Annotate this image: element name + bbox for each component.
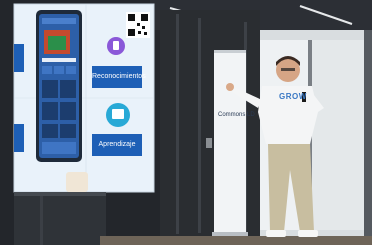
phone-card (42, 124, 58, 138)
speaker-hand (226, 83, 234, 91)
panel-groove (198, 18, 201, 233)
phone-tile (66, 66, 76, 74)
conference-photo: Reconocimientos Aprendizaje GROW Commons… (0, 0, 372, 245)
phone-footer (42, 142, 76, 154)
qr-finder (128, 14, 135, 21)
qr-module (142, 26, 145, 29)
audience-head (66, 172, 88, 192)
phone-tile (54, 66, 64, 74)
phone-card (60, 124, 76, 138)
qr-module (138, 31, 141, 34)
speaker-shoe (266, 230, 286, 237)
phone-card (60, 80, 76, 98)
screen-tab (14, 124, 24, 152)
phone-illustration-detail (48, 36, 66, 50)
recognition-icon-glyph (113, 41, 119, 50)
banner-text: Commons LD (218, 112, 255, 118)
qr-module (137, 23, 140, 26)
phone-card (42, 80, 58, 98)
window-pane (312, 40, 367, 230)
phone-card (42, 102, 58, 120)
stage-box (14, 192, 106, 245)
screen-tab (14, 44, 24, 72)
phone-card (60, 102, 76, 120)
rollup-banner-top (214, 50, 246, 53)
wall-edge (364, 30, 372, 245)
phone-header (42, 18, 76, 24)
button-aprendizaje-label: Aprendizaje (98, 141, 136, 148)
learning-icon-glyph (112, 109, 124, 119)
phone-banner (42, 58, 76, 62)
stage-box-seam (40, 196, 43, 245)
qr-finder (128, 29, 135, 36)
rollup-banner (214, 50, 246, 235)
shirt-text: GROW (279, 92, 307, 101)
panel-groove (176, 14, 179, 234)
photo-scene (0, 0, 372, 245)
qr-module (144, 32, 147, 35)
phone-tile (42, 66, 52, 74)
stage-box-top (14, 192, 106, 196)
qr-finder (141, 14, 148, 21)
wall-switch (206, 138, 212, 148)
floor (100, 236, 372, 245)
button-reconocimientos-label: Reconocimientos (92, 73, 146, 80)
speaker-glasses (281, 68, 295, 71)
speaker-shoe (298, 230, 318, 237)
